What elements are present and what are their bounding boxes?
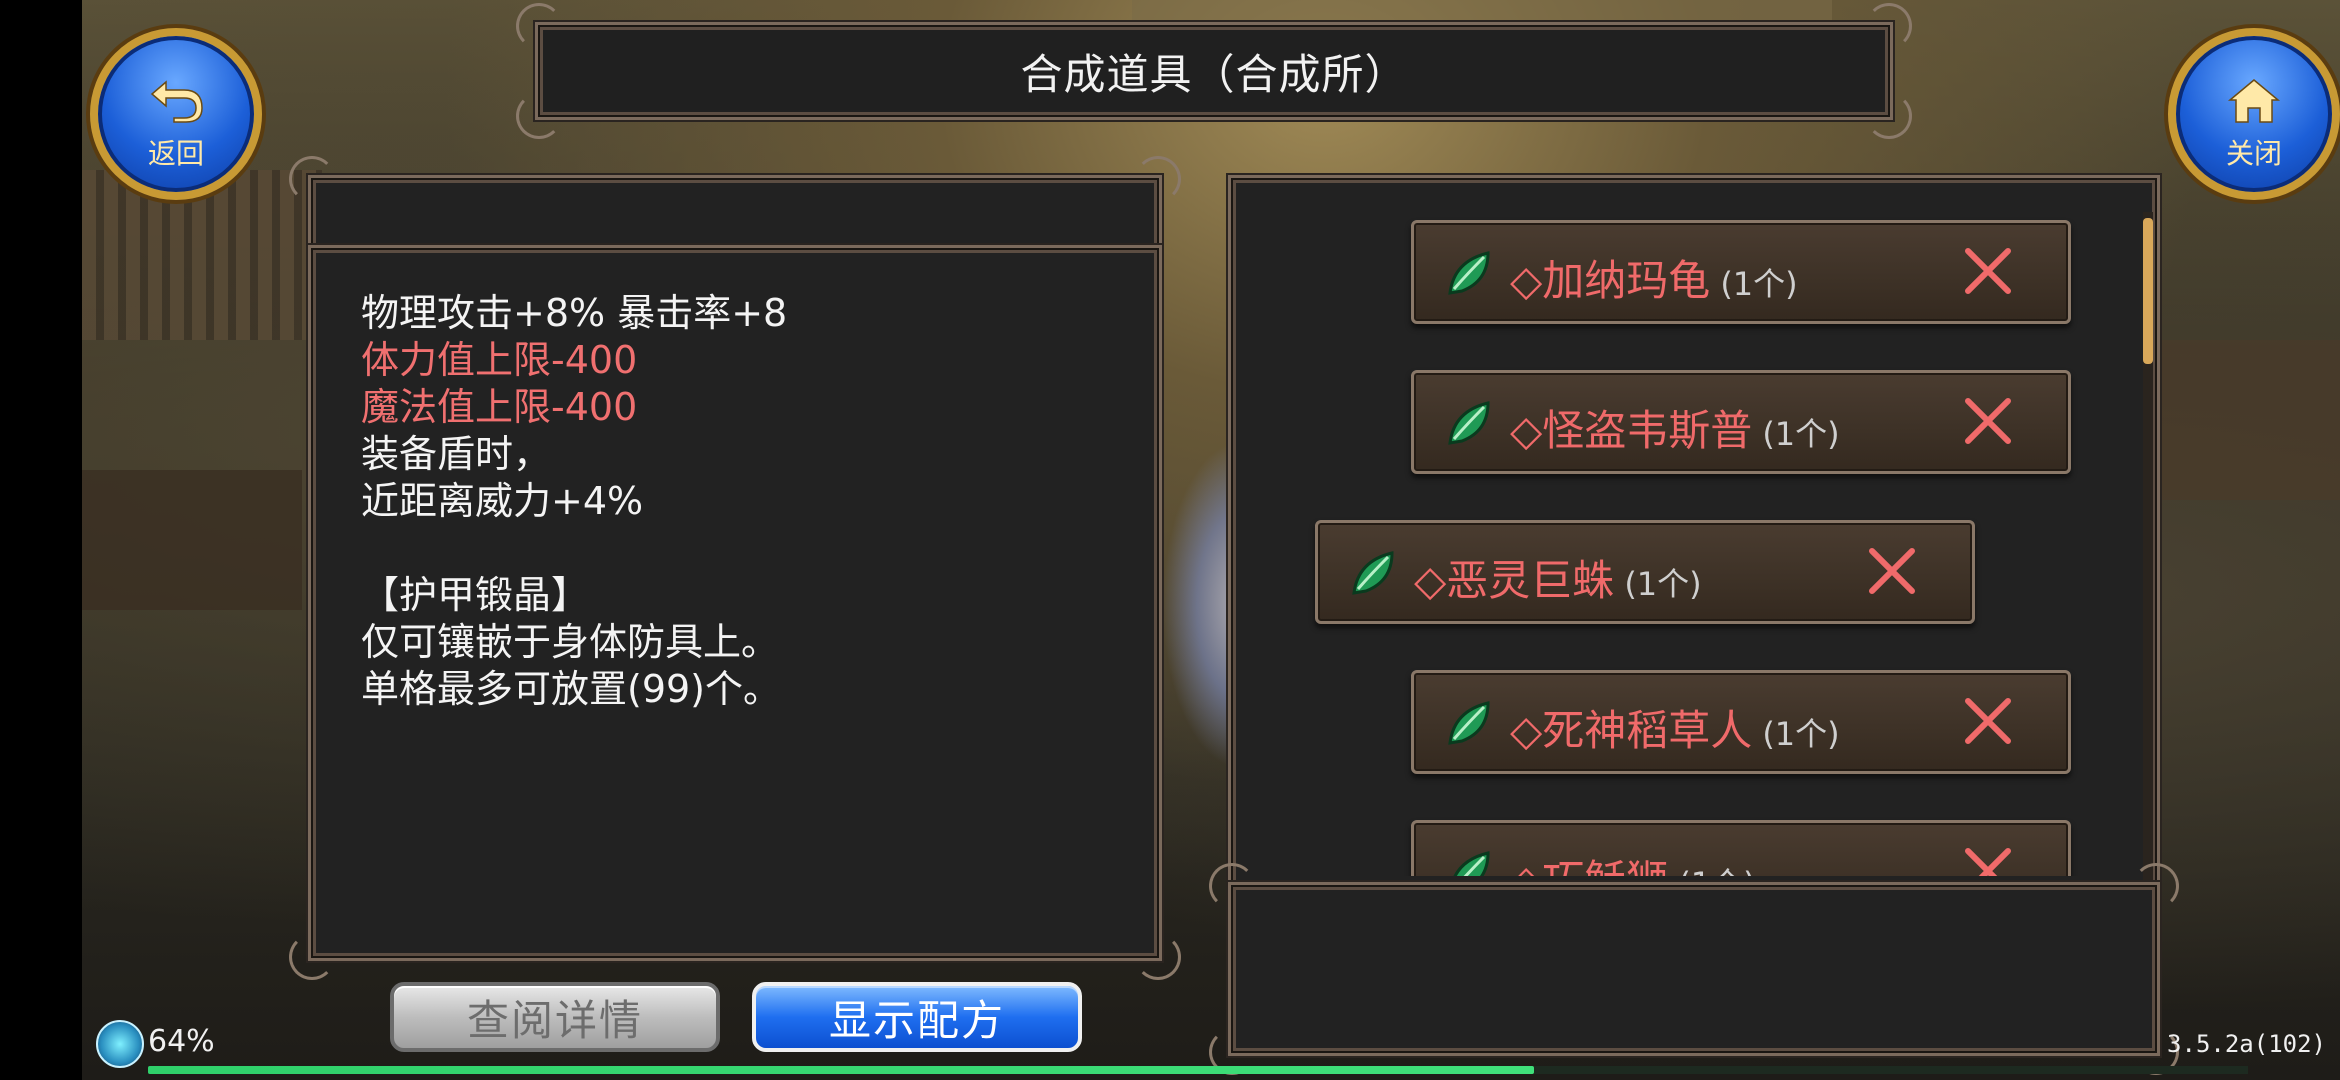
left-black-bar: [0, 0, 82, 1080]
green-leaf-icon: [1352, 551, 1394, 595]
item-name: ◇加纳玛龟 (1个): [1510, 247, 1798, 308]
progress-fill: [148, 1066, 1534, 1074]
recipe-list-panel: ◇加纳玛龟(1个)◇怪盗韦斯普(1个)◇恶灵巨蛛(1个)◇死神稻草人(1个)◇巧…: [1228, 175, 2160, 891]
detail-line: [361, 525, 1129, 572]
item-name: ◇死神稻草人 (1个): [1510, 697, 1840, 758]
recipe-list-item[interactable]: ◇怪盗韦斯普 (1个): [1411, 370, 2071, 474]
version-label: 3.5.2a(102): [2167, 1030, 2326, 1058]
detail-header-frame: [289, 156, 1181, 251]
item-name: ◇巧稣狮 (1个): [1510, 847, 1756, 876]
detail-line: 仅可镶嵌于身体防具上。: [361, 620, 780, 664]
remove-x-icon[interactable]: [1960, 843, 2016, 876]
green-leaf-icon: [1448, 701, 1490, 745]
green-leaf-icon: [1453, 851, 1490, 876]
remove-x-icon[interactable]: [1864, 543, 1920, 599]
item-count: (1个): [1762, 715, 1840, 753]
remove-x-icon[interactable]: [1960, 243, 2016, 299]
recipe-list-item[interactable]: ◇巧稣狮 (1个): [1411, 820, 2071, 876]
item-count: (1个): [1624, 565, 1702, 603]
recipe-list-item[interactable]: ◇死神稻草人 (1个): [1411, 670, 2071, 774]
item-name-text: ◇死神稻草人: [1510, 706, 1753, 755]
item-name-text: ◇恶灵巨蛛: [1414, 556, 1615, 605]
green-leaf-icon: [1448, 401, 1490, 445]
close-button[interactable]: 关闭: [2168, 28, 2340, 200]
detail-line: 魔法值上限-400: [361, 385, 638, 429]
green-leaf-icon: [1448, 251, 1490, 295]
item-name-text: ◇巧稣狮: [1510, 856, 1668, 876]
battery-percent: 64%: [148, 1024, 215, 1059]
page-title: 合成道具（合成所）: [1020, 49, 1408, 99]
detail-line: 体力值上限-400: [361, 338, 638, 382]
detail-description: 物理攻击+8% 暴击率+8 体力值上限-400 魔法值上限-400 装备盾时， 近距离威…: [361, 290, 1129, 713]
back-arrow-icon: [150, 80, 203, 123]
recipe-list: ◇加纳玛龟(1个)◇怪盗韦斯普(1个)◇恶灵巨蛛(1个)◇死神稻草人(1个)◇巧…: [1231, 178, 2157, 876]
view-details-button[interactable]: 查阅详情: [390, 982, 720, 1052]
recipe-list-item[interactable]: ◇加纳玛龟 (1个): [1411, 220, 2071, 324]
home-icon: [2227, 79, 2281, 123]
remove-x-icon[interactable]: [1960, 693, 2016, 749]
list-scrollbar-thumb[interactable]: [2143, 218, 2153, 364]
materials-panel: [1209, 863, 2179, 1075]
battery-icon: [96, 1020, 144, 1068]
remove-x-icon[interactable]: [1960, 393, 2016, 449]
detail-line: 【护甲锻晶】: [361, 573, 590, 617]
detail-panel: 物理攻击+8% 暴击率+8 体力值上限-400 魔法值上限-400 装备盾时， 近距离威…: [289, 245, 1181, 980]
close-label: 关闭: [2225, 137, 2282, 170]
item-count: (1个): [1678, 865, 1755, 876]
item-name-text: ◇加纳玛龟: [1510, 256, 1711, 305]
item-name: ◇恶灵巨蛛 (1个): [1414, 547, 1702, 608]
back-button[interactable]: 返回: [90, 28, 262, 200]
detail-line: 近距离威力+4%: [361, 479, 644, 523]
item-count: (1个): [1762, 415, 1840, 453]
item-name: ◇怪盗韦斯普 (1个): [1510, 397, 1840, 458]
detail-line: 单格最多可放置(99)个。: [361, 667, 782, 711]
item-count: (1个): [1720, 265, 1798, 303]
item-name-text: ◇怪盗韦斯普: [1510, 406, 1753, 455]
detail-line: 物理攻击+8% 暴击率+8: [361, 291, 788, 335]
show-recipe-button[interactable]: 显示配方: [752, 982, 1082, 1052]
recipe-list-item[interactable]: ◇恶灵巨蛛 (1个): [1315, 520, 1975, 624]
title-frame: 合成道具（合成所）: [516, 3, 1912, 139]
back-label: 返回: [147, 137, 204, 170]
detail-line: 装备盾时，: [361, 432, 552, 476]
